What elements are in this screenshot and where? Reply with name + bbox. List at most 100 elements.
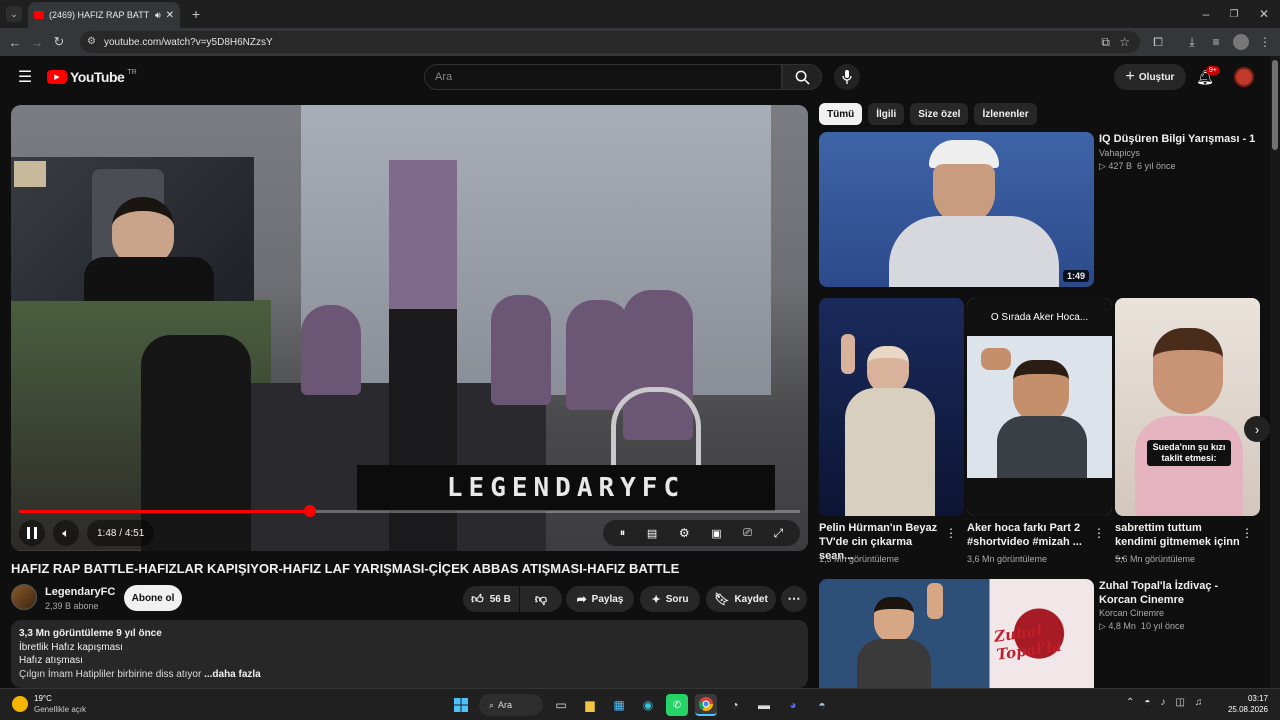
filter-chips: Tümü İlgili Size özel İzlenenler	[819, 103, 1037, 125]
channel-avatar[interactable]	[11, 584, 37, 610]
taskbar-search[interactable]: ⌕ Ara	[479, 694, 543, 716]
window-close-icon[interactable]: ✕	[1254, 6, 1274, 22]
subscribe-button[interactable]: Abone ol	[124, 585, 182, 611]
chrome-icon[interactable]	[695, 694, 717, 716]
back-icon[interactable]: ←	[4, 31, 26, 53]
audio-icon[interactable]: 🔊︎	[155, 10, 161, 21]
site-info-icon[interactable]: ⚙	[87, 36, 96, 47]
task-view-icon[interactable]: ▭	[550, 694, 572, 716]
terminal-icon[interactable]: ▬	[753, 694, 775, 716]
pause-button[interactable]	[19, 520, 45, 546]
app-icon[interactable]: ◔	[724, 694, 746, 716]
dislike-button[interactable]: 👎︎	[520, 586, 562, 612]
tab-search-icon[interactable]: ⌄	[6, 6, 22, 22]
new-tab-icon[interactable]: +	[188, 6, 204, 22]
install-app-icon[interactable]: ⧉	[1101, 35, 1110, 50]
recommendation-title[interactable]: IQ Düşüren Bilgi Yarışması - 1	[1099, 132, 1259, 146]
time-separator: /	[116, 527, 125, 539]
save-button[interactable]: 🔖︎ Kaydet	[706, 586, 776, 612]
tab-close-icon[interactable]: ✕	[166, 10, 174, 21]
browser-tab[interactable]: (2469) HAFIZ RAP BATTLE-H 🔊︎ ✕	[28, 2, 180, 28]
whatsapp-icon[interactable]: ✆	[666, 694, 688, 716]
discord-icon[interactable]: ◕	[782, 694, 804, 716]
miniplayer-icon[interactable]: ▣	[711, 527, 721, 540]
windows-start-icon[interactable]	[450, 694, 472, 716]
chip-related[interactable]: İlgili	[868, 103, 905, 125]
subtitles-icon[interactable]: ▤	[647, 527, 657, 540]
clock-time[interactable]: 03:17	[1228, 694, 1268, 703]
progress-track[interactable]	[19, 510, 800, 513]
voice-search-button[interactable]	[834, 64, 860, 90]
show-more-link[interactable]: ...daha fazla	[204, 669, 261, 680]
chip-for-you[interactable]: Size özel	[910, 103, 969, 125]
scrubber-handle[interactable]	[303, 505, 316, 517]
search-button[interactable]	[782, 64, 822, 90]
speaker-icon[interactable]: ♫	[1195, 697, 1203, 708]
recommendation-title[interactable]: Zuhal Topal'la İzdivaç - Korcan Cinemre	[1099, 579, 1259, 607]
watermark-text: LEGENDARYFC	[446, 473, 686, 503]
description-box[interactable]: 3,3 Mn görüntüleme 9 yıl önce İbretlik H…	[11, 620, 808, 688]
volume-icon: 🔈︎	[62, 525, 70, 540]
reload-icon[interactable]: ↻	[48, 31, 70, 53]
microphone-icon	[842, 70, 852, 84]
extensions-icon[interactable]: ⧠	[1150, 34, 1166, 50]
short-more-icon[interactable]: ⋮	[1241, 526, 1253, 540]
network-icon[interactable]: ◫	[1175, 697, 1184, 708]
sparkle-icon: ✦	[651, 593, 661, 606]
file-explorer-icon[interactable]: ▆	[579, 694, 601, 716]
scrollbar-thumb[interactable]	[1272, 60, 1278, 150]
taskbar-search-label: Ara	[498, 700, 513, 710]
account-avatar[interactable]	[1234, 67, 1254, 87]
forward-icon[interactable]: →	[26, 31, 48, 53]
raised-hand	[841, 334, 855, 374]
steam-icon[interactable]: ◓	[811, 694, 833, 716]
settings-gear-icon[interactable]: ⚙	[679, 526, 690, 540]
short-more-icon[interactable]: ⋮	[1093, 526, 1105, 540]
video-player[interactable]: LEGENDARYFC 🔈︎ 1:48 / 4:51 ⏸︎ ▤ ⚙ ▣ ⎚ ⤢	[11, 105, 808, 551]
edge-icon[interactable]: ◉	[637, 694, 659, 716]
tray-chevron-icon[interactable]: ⌃	[1126, 697, 1134, 708]
address-bar[interactable]: ⚙ youtube.com/watch?v=y5D8H6NZzsY ⧉ ☆	[80, 31, 1140, 53]
fullscreen-icon[interactable]: ⤢	[774, 526, 784, 541]
shorts-next-button[interactable]: ›	[1244, 416, 1270, 442]
presenter-head	[867, 346, 909, 394]
weather-sun-icon[interactable]	[12, 696, 28, 712]
chip-all[interactable]: Tümü	[819, 103, 863, 125]
girl-face	[1153, 328, 1223, 414]
youtube-logo[interactable]: ▶ YouTube TR	[47, 69, 137, 85]
mic-tray-icon[interactable]: ♪	[1160, 697, 1165, 708]
page-scrollbar[interactable]	[1270, 56, 1280, 688]
share-button[interactable]: ➦ Paylaş	[566, 586, 634, 612]
clock-date[interactable]: 25.08.2026	[1218, 705, 1268, 714]
downloads-icon[interactable]: ⤓	[1184, 34, 1200, 50]
profile-avatar[interactable]	[1233, 34, 1249, 50]
ask-button[interactable]: ✦ Soru	[640, 586, 700, 612]
cast-icon[interactable]: ⎚	[743, 527, 752, 540]
menu-hamburger-icon[interactable]: ☰	[16, 68, 34, 86]
more-actions-button[interactable]: ⋯	[781, 586, 807, 612]
steam-tray-icon[interactable]: ◓	[1144, 697, 1150, 708]
store-icon[interactable]: ▦	[608, 694, 630, 716]
restore-icon[interactable]: ❐	[1224, 6, 1244, 22]
reading-list-icon[interactable]: ≡	[1208, 34, 1224, 50]
short-more-icon[interactable]: ⋮	[945, 526, 957, 540]
chip-watched[interactable]: İzlenenler	[974, 103, 1037, 125]
recommendation-thumbnail[interactable]: Zuhal Topal'la	[819, 579, 1094, 688]
recommendation-thumbnail[interactable]: 1:49	[819, 132, 1094, 287]
short-thumbnail[interactable]	[819, 298, 964, 516]
minimize-icon[interactable]: –	[1196, 6, 1216, 22]
recommendation-channel[interactable]: Vahapicys	[1099, 148, 1140, 158]
channel-name[interactable]: LegendaryFC	[45, 586, 115, 598]
recommendation-channel[interactable]: Korcan Cinemre	[1099, 608, 1164, 618]
weather-temp[interactable]: 19°C	[34, 694, 52, 703]
browser-menu-icon[interactable]: ⋮	[1258, 34, 1272, 50]
create-button[interactable]: + Oluştur	[1114, 64, 1186, 90]
volume-button[interactable]: 🔈︎	[53, 520, 79, 546]
autoplay-toggle-icon[interactable]: ⏸︎	[620, 527, 626, 540]
short-thumbnail[interactable]: O Sırada Aker Hoca...	[967, 298, 1112, 516]
like-button[interactable]: 👍︎ 56 B	[463, 586, 519, 612]
search-input[interactable]: Ara	[424, 64, 782, 90]
short-title[interactable]: Aker hoca farkı Part 2 #shortvideo #miza…	[967, 521, 1092, 549]
bookmark-star-icon[interactable]: ☆	[1119, 35, 1130, 49]
short-thumbnail[interactable]: Sueda'nın şu kızı taklit etmesi:	[1115, 298, 1260, 516]
